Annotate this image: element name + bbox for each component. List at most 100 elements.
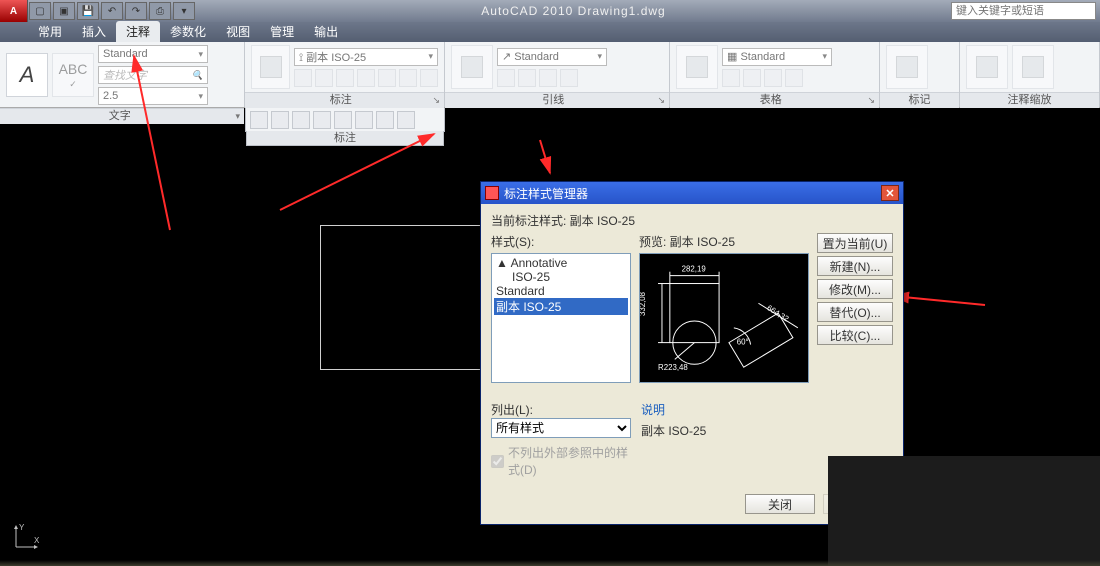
text-check-button[interactable]: ABC✓: [52, 53, 94, 97]
leader-style-dropdown[interactable]: ↗ Standard▾: [497, 48, 607, 66]
new-button[interactable]: 新建(N)...: [817, 256, 893, 276]
vignette: [0, 560, 1100, 566]
chevron-down-icon: ▾: [822, 51, 827, 62]
leader-tool-icon[interactable]: [518, 69, 536, 87]
annoscale-button[interactable]: [966, 45, 1008, 89]
panel-launcher-icon[interactable]: ↘: [867, 93, 875, 108]
annoscale-button2[interactable]: [1012, 45, 1054, 89]
current-style-label: 当前标注样式: 副本 ISO-25: [491, 212, 893, 229]
dim-sub-icon[interactable]: [292, 111, 310, 129]
tab-insert[interactable]: 插入: [72, 21, 116, 42]
qat-print-icon[interactable]: ⎙: [149, 2, 171, 20]
chevron-down-icon: ▾: [597, 51, 602, 62]
leader-tool-icon[interactable]: [497, 69, 515, 87]
table-icon: [686, 56, 708, 78]
set-current-button[interactable]: 置为当前(U): [817, 233, 893, 253]
panel-annoscale: 注释缩放: [960, 42, 1100, 107]
modify-button[interactable]: 修改(M)...: [817, 279, 893, 299]
tab-manage[interactable]: 管理: [260, 21, 304, 42]
compare-button[interactable]: 比较(C)...: [817, 325, 893, 345]
close-button[interactable]: 关闭: [745, 494, 815, 514]
window-title: AutoCAD 2010 Drawing1.dwg: [196, 4, 951, 18]
chevron-down-icon: ▾: [428, 51, 433, 62]
title-bar: A ▢ ▣ 💾 ↶ ↷ ⎙ ▾ AutoCAD 2010 Drawing1.dw…: [0, 0, 1100, 22]
markup-icon: [896, 56, 918, 78]
help-search-input[interactable]: [951, 2, 1096, 20]
svg-text:60°: 60°: [737, 338, 749, 347]
annoscale-icon: [1022, 56, 1044, 78]
chevron-down-icon: ▾: [198, 49, 203, 60]
panel-launcher-icon[interactable]: ↘: [657, 93, 665, 108]
dimension-big-button[interactable]: [251, 45, 290, 89]
qat-redo-icon[interactable]: ↷: [125, 2, 147, 20]
dim-tool-icon[interactable]: [294, 69, 312, 87]
panel-leader: ↗ Standard▾ 引线 ↘: [445, 42, 670, 107]
markup-big-button[interactable]: [886, 45, 928, 89]
preview-pane: 282,19 332,08 R223,48 60° 664,32: [639, 253, 809, 383]
styles-listbox[interactable]: ▲ Annotative ISO-25 Standard 副本 ISO-25: [491, 253, 631, 383]
qat-more-icon[interactable]: ▾: [173, 2, 195, 20]
text-height-input[interactable]: 2.5▾: [98, 87, 208, 105]
dialog-titlebar[interactable]: 标注样式管理器 ✕: [481, 182, 903, 204]
svg-text:Y: Y: [19, 523, 25, 532]
svg-text:282,19: 282,19: [682, 265, 706, 274]
tab-output[interactable]: 输出: [304, 21, 348, 42]
qat-open-icon[interactable]: ▣: [53, 2, 75, 20]
exclude-xref-checkbox[interactable]: 不列出外部参照中的样式(D): [491, 444, 631, 478]
table-tool-icon[interactable]: [743, 69, 761, 87]
table-style-dropdown[interactable]: ▦ Standard▾: [722, 48, 832, 66]
leader-tool-icon[interactable]: [560, 69, 578, 87]
dim-sub-icon[interactable]: [397, 111, 415, 129]
list-filter-dropdown[interactable]: 所有样式: [491, 418, 631, 438]
leader-big-button[interactable]: [451, 45, 493, 89]
dim-tool-icon[interactable]: [378, 69, 396, 87]
dim-sub-icon[interactable]: [376, 111, 394, 129]
close-icon[interactable]: ✕: [881, 185, 899, 201]
overlay-blackout: [828, 456, 1100, 566]
dim-tool-icon[interactable]: [315, 69, 333, 87]
dim-sub-icon[interactable]: [355, 111, 373, 129]
qat-save-icon[interactable]: 💾: [77, 2, 99, 20]
dim-sub-icon[interactable]: [313, 111, 331, 129]
dim-style-dropdown[interactable]: ⟟ 副本 ISO-25▾: [294, 48, 438, 66]
dim-sub-icon[interactable]: [334, 111, 352, 129]
text-style-dropdown[interactable]: Standard▾: [98, 45, 208, 63]
preview-label: 预览: 副本 ISO-25: [639, 233, 809, 250]
panel-annoscale-title: 注释缩放: [1008, 94, 1052, 106]
dim-subpanel-title: 标注: [246, 131, 444, 146]
dim-tool-icon[interactable]: [420, 69, 438, 87]
list-item: ▲ Annotative: [494, 256, 628, 270]
desc-value: 副本 ISO-25: [641, 422, 706, 439]
ribbon: A ABC✓ Standard▾ 查找文字🔍 2.5▾ 文字▾ ⟟ 副本 ISO…: [0, 42, 1100, 108]
panel-leader-title: 引线: [542, 94, 564, 106]
dim-sub-icon[interactable]: [250, 111, 268, 129]
dim-tool-icon[interactable]: [336, 69, 354, 87]
panel-text-title: 文字: [109, 110, 131, 122]
dimension-icon: [260, 56, 282, 78]
svg-text:664,32: 664,32: [765, 303, 790, 323]
app-logo[interactable]: A: [0, 0, 28, 22]
dim-sub-icon[interactable]: [271, 111, 289, 129]
override-button[interactable]: 替代(O)...: [817, 302, 893, 322]
dim-tool-icon[interactable]: [357, 69, 375, 87]
panel-table: ▦ Standard▾ 表格↘: [670, 42, 880, 107]
table-tool-icon[interactable]: [785, 69, 803, 87]
text-find-input[interactable]: 查找文字🔍: [98, 66, 208, 84]
annoscale-icon: [976, 56, 998, 78]
leader-tool-icon[interactable]: [539, 69, 557, 87]
panel-launcher-icon[interactable]: ▾: [235, 109, 240, 124]
table-tool-icon[interactable]: [722, 69, 740, 87]
tab-parametric[interactable]: 参数化: [160, 21, 216, 42]
dim-tool-icon[interactable]: [399, 69, 417, 87]
tab-home[interactable]: 常用: [28, 21, 72, 42]
list-item: ISO-25: [494, 270, 628, 284]
tab-view[interactable]: 视图: [216, 21, 260, 42]
panel-markup-title: 标记: [909, 94, 931, 106]
text-big-button[interactable]: A: [6, 53, 48, 97]
panel-launcher-icon[interactable]: ↘: [432, 93, 440, 108]
table-big-button[interactable]: [676, 45, 718, 89]
qat-new-icon[interactable]: ▢: [29, 2, 51, 20]
tab-annotate[interactable]: 注释: [116, 21, 160, 42]
qat-undo-icon[interactable]: ↶: [101, 2, 123, 20]
table-tool-icon[interactable]: [764, 69, 782, 87]
